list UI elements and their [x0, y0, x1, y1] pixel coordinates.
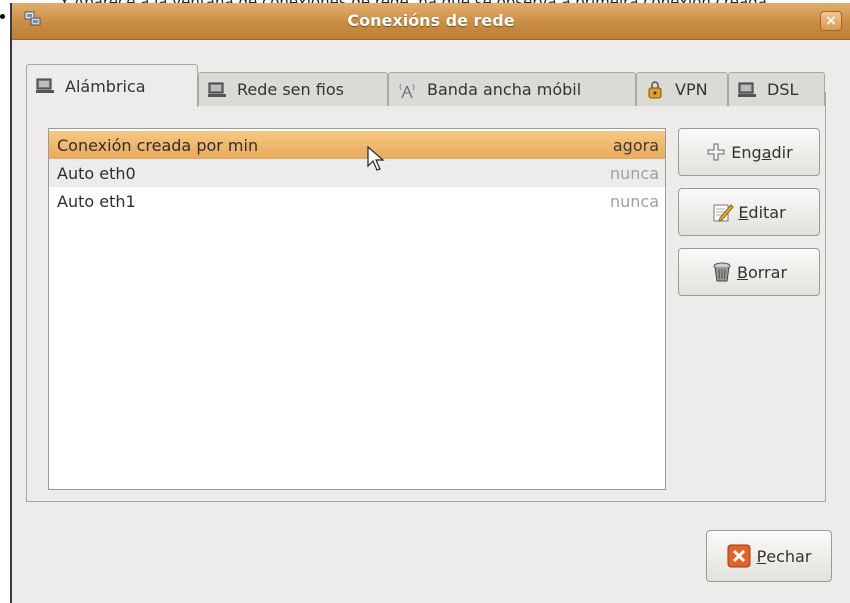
connection-name: Auto eth1	[57, 191, 136, 211]
add-button[interactable]: Eng a dir	[678, 128, 820, 176]
edit-label-post: ditar	[748, 202, 786, 222]
window-close-button[interactable]: ×	[820, 11, 842, 31]
edit-button[interactable]: Editar	[678, 188, 820, 236]
close-label-post: echar	[766, 546, 812, 566]
add-label-mnemonic: a	[761, 142, 772, 162]
connection-name: Auto eth0	[57, 163, 136, 183]
mouse-pointer-icon	[367, 146, 385, 171]
tab-label: DSL	[767, 80, 799, 99]
mobile-broadband-icon	[399, 83, 415, 98]
edit-label-mnemonic: E	[738, 202, 749, 222]
list-bullet	[0, 14, 5, 19]
list-item[interactable]: Conexión creada por min agora	[49, 131, 665, 159]
close-label-mnemonic: P	[756, 546, 767, 566]
tab-label: Alámbrica	[65, 76, 146, 96]
add-label-pre: Eng	[731, 142, 762, 162]
add-label-post: dir	[771, 142, 793, 162]
connection-list[interactable]: Conexión creada por min agora Auto eth0 …	[48, 128, 666, 490]
tab-label: VPN	[675, 80, 708, 99]
title-bar[interactable]: Conexións de rede ×	[12, 3, 850, 40]
list-item[interactable]: Auto eth1 nunca	[49, 187, 665, 215]
tab-mobile-broadband[interactable]: Banda ancha móbil	[388, 72, 636, 106]
close-button[interactable]: Pechar	[706, 530, 832, 582]
dsl-icon	[738, 82, 756, 97]
vpn-icon	[648, 80, 662, 98]
tab-wireless[interactable]: Rede sen fios	[198, 72, 388, 106]
wireless-network-icon	[208, 82, 226, 97]
tab-label: Banda ancha móbil	[427, 80, 582, 99]
connection-name: Conexión creada por min	[57, 135, 259, 155]
tab-label: Rede sen fios	[237, 80, 344, 99]
edit-icon	[713, 204, 734, 222]
wired-network-icon	[36, 78, 54, 93]
delete-label-post: orrar	[747, 262, 788, 282]
plus-icon	[707, 143, 725, 161]
close-icon	[727, 544, 751, 568]
connection-last-used: agora	[612, 135, 659, 155]
trash-icon	[713, 262, 731, 282]
delete-button[interactable]: Borrar	[678, 248, 820, 296]
connection-last-used: nunca	[609, 191, 659, 211]
window-title: Conexións de rede	[347, 11, 515, 30]
tab-vpn[interactable]: VPN	[636, 72, 728, 106]
tab-wired[interactable]: Alámbrica	[26, 64, 198, 107]
tab-dsl[interactable]: DSL	[728, 72, 825, 106]
delete-label-mnemonic: B	[736, 262, 748, 282]
connection-last-used: nunca	[609, 163, 659, 183]
list-item[interactable]: Auto eth0 nunca	[49, 159, 665, 187]
